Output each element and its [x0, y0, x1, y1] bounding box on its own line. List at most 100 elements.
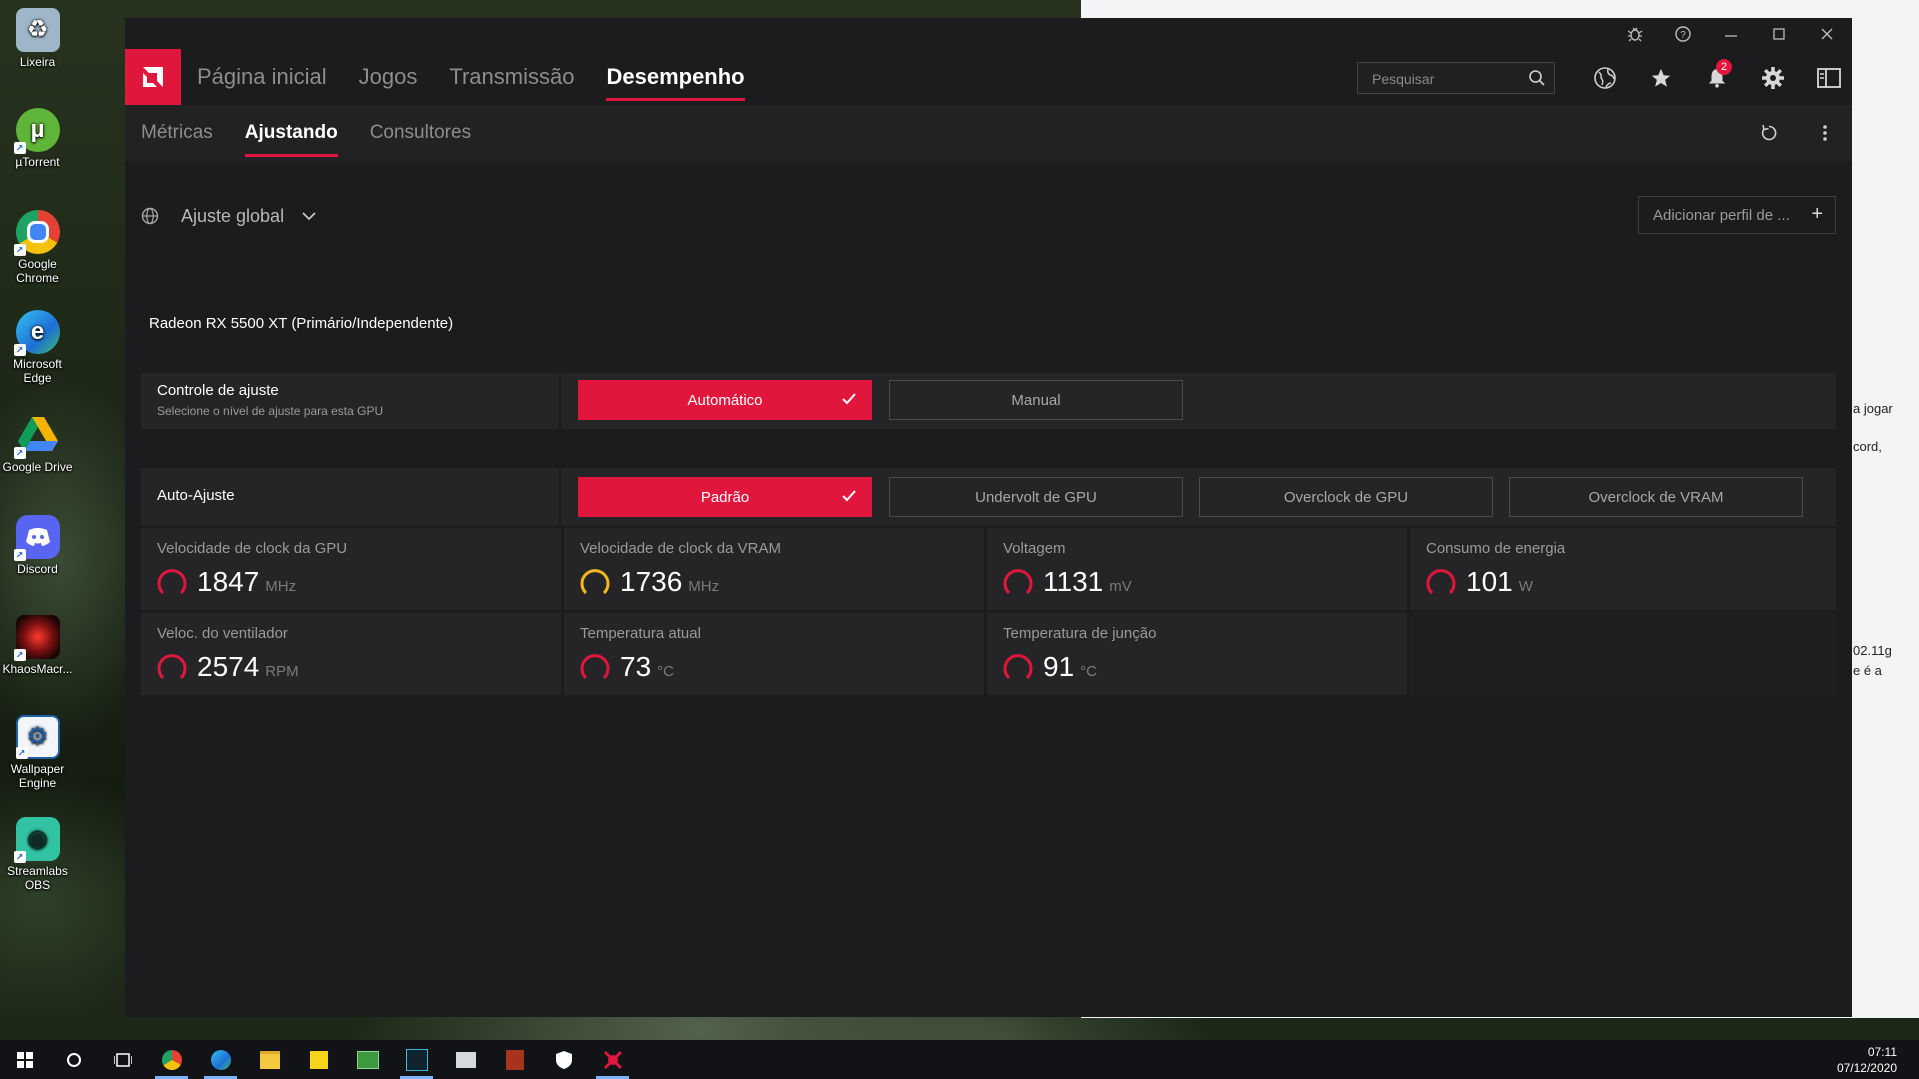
metric-value: 91	[1043, 651, 1075, 682]
shield-icon	[555, 1050, 572, 1069]
option-label: Padrão	[700, 488, 750, 506]
gauge-icon	[1003, 569, 1033, 595]
search-button[interactable]	[49, 1040, 98, 1079]
bug-icon	[1627, 27, 1643, 41]
edge-icon	[210, 1049, 231, 1070]
globe-icon	[141, 207, 159, 225]
star-icon	[1651, 68, 1671, 87]
add-profile-button[interactable]: Adicionar perfil de ... +	[1638, 196, 1836, 234]
chrome-icon	[161, 1049, 182, 1070]
subtab-advisors[interactable]: Consultores	[370, 105, 471, 161]
metric-unit: °C	[657, 663, 674, 680]
more-options-button[interactable]	[1808, 116, 1842, 150]
notifications-button[interactable]: 2	[1700, 59, 1734, 95]
tab-games[interactable]: Jogos	[359, 49, 418, 105]
tab-home[interactable]: Página inicial	[197, 49, 327, 105]
clock-date: 07/12/2020	[1836, 1061, 1897, 1075]
gauge-icon	[580, 569, 610, 595]
option-overclock-vram[interactable]: Overclock de VRAM	[1509, 477, 1803, 517]
search-circle-icon	[66, 1052, 81, 1067]
metric-value-line: 1736 MHz	[620, 566, 719, 598]
maximize-button[interactable]	[1756, 18, 1802, 49]
start-button[interactable]	[0, 1040, 49, 1079]
option-manual[interactable]: Manual	[889, 380, 1183, 420]
taskbar-mail[interactable]	[441, 1040, 490, 1079]
metric-fan-speed: Veloc. do ventilador 2574 RPM	[141, 613, 561, 695]
option-overclock-gpu[interactable]: Overclock de GPU	[1199, 477, 1493, 517]
bug-report-button[interactable]	[1612, 18, 1658, 49]
desktop-icon-edge[interactable]: e ↗ Microsoft Edge	[0, 310, 75, 385]
search-icon[interactable]	[1528, 69, 1546, 92]
desktop-icon-discord[interactable]: ↗ Discord	[0, 515, 75, 576]
option-automatic[interactable]: Automático	[578, 380, 872, 420]
metric-unit: W	[1518, 578, 1533, 595]
taskbar-cod[interactable]	[490, 1040, 539, 1079]
title-bar[interactable]: ?	[125, 18, 1852, 49]
tab-streaming[interactable]: Transmissão	[449, 49, 574, 105]
desktop-icon-recycle-bin[interactable]: ♻ Lixeira	[0, 8, 75, 69]
metric-label: Voltagem	[1003, 540, 1066, 557]
recycle-bin-icon: ♻	[15, 8, 60, 52]
tuning-control-title: Controle de ajuste	[157, 382, 279, 399]
amd-logo[interactable]	[125, 49, 181, 105]
taskbar-amd[interactable]	[588, 1040, 637, 1079]
discord-icon: ↗	[13, 515, 60, 561]
taskbar-photos[interactable]	[343, 1040, 392, 1079]
clock-time: 07:11	[1867, 1045, 1897, 1059]
desktop-icon-chrome[interactable]: ↗ Google Chrome	[0, 210, 75, 285]
metric-unit: mV	[1109, 578, 1132, 595]
reset-button[interactable]	[1752, 116, 1786, 150]
taskbar-file-explorer[interactable]	[245, 1040, 294, 1079]
desktop-icon-streamlabs[interactable]: ◉ ↗ Streamlabs OBS	[0, 817, 75, 892]
metric-value: 1736	[620, 566, 683, 597]
metric-value-line: 2574 RPM	[197, 651, 299, 683]
taskbar-game[interactable]	[392, 1040, 441, 1079]
help-button[interactable]: ?	[1660, 18, 1706, 49]
settings-button[interactable]	[1756, 61, 1790, 95]
plus-icon: +	[1811, 203, 1823, 225]
desktop-icon-label: Wallpaper Engine	[10, 762, 65, 790]
globe-icon	[1594, 67, 1616, 89]
desktop-icon-wallpaper-engine[interactable]: ⚙ ↗ Wallpaper Engine	[0, 715, 75, 790]
photos-icon	[356, 1050, 379, 1069]
metric-current-temperature: Temperatura atual 73 °C	[564, 613, 984, 695]
profile-dropdown[interactable]: Ajuste global	[141, 196, 316, 236]
subtab-metrics[interactable]: Métricas	[141, 105, 213, 161]
option-default[interactable]: Padrão	[578, 477, 872, 517]
metric-value-line: 91 °C	[1043, 651, 1097, 683]
desktop-icon-khaos[interactable]: ↗ KhaosMacr...	[0, 615, 75, 676]
subtab-tuning[interactable]: Ajustando	[244, 105, 338, 161]
taskbar-clock[interactable]: 07:11 07/12/2020	[1837, 1044, 1897, 1076]
task-view-button[interactable]	[98, 1040, 147, 1079]
search-input[interactable]	[1358, 63, 1534, 95]
search-box[interactable]	[1357, 62, 1555, 95]
taskbar-edge[interactable]	[196, 1040, 245, 1079]
sticky-notes-icon	[309, 1050, 328, 1069]
background-text: e é a	[1853, 663, 1882, 678]
taskbar-chrome[interactable]	[147, 1040, 196, 1079]
auto-tuning-title: Auto-Ajuste	[157, 487, 235, 504]
desktop-icon-label: µTorrent	[15, 155, 60, 169]
khaos-icon: ↗	[13, 615, 60, 661]
metric-value-line: 73 °C	[620, 651, 674, 683]
metric-value: 101	[1466, 566, 1513, 597]
option-undervolt-gpu[interactable]: Undervolt de GPU	[889, 477, 1183, 517]
chevron-down-icon	[302, 212, 316, 221]
sidebar-toggle-button[interactable]	[1812, 61, 1846, 95]
metric-vram-clock: Velocidade de clock da VRAM 1736 MHz	[564, 528, 984, 610]
top-navigation: Página inicial Jogos Transmissão Desempe…	[125, 49, 1852, 105]
taskbar-sticky-notes[interactable]	[294, 1040, 343, 1079]
main-tabs: Página inicial Jogos Transmissão Desempe…	[197, 49, 777, 105]
metrics-grid: Velocidade de clock da GPU 1847 MHz Veloc…	[141, 528, 1836, 696]
close-button[interactable]	[1804, 18, 1850, 49]
tab-performance[interactable]: Desempenho	[606, 49, 745, 105]
favorites-button[interactable]	[1644, 61, 1678, 95]
minimize-button[interactable]	[1708, 18, 1754, 49]
tuning-control-subtitle: Selecione o nível de ajuste para esta GP…	[157, 404, 384, 418]
desktop-icon-google-drive[interactable]: ↗ Google Drive	[0, 413, 75, 474]
gpu-name: Radeon RX 5500 XT (Primário/Independente…	[149, 315, 454, 332]
notification-badge: 2	[1716, 59, 1732, 75]
taskbar-security[interactable]	[539, 1040, 588, 1079]
web-button[interactable]	[1588, 61, 1622, 95]
desktop-icon-utorrent[interactable]: µ ↗ µTorrent	[0, 108, 75, 169]
